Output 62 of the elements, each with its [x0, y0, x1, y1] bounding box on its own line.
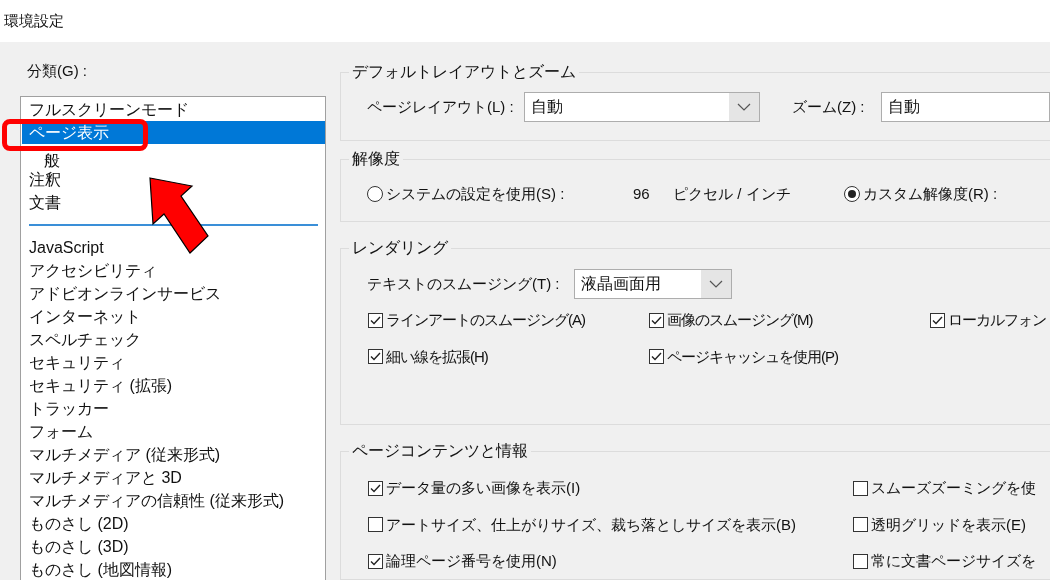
field-label: ページレイアウト(L) : — [367, 96, 515, 117]
category-item[interactable]: トラッカー — [22, 397, 325, 420]
radio-label: システムの設定を使用(S) : — [386, 184, 566, 204]
checkbox[interactable] — [930, 312, 945, 328]
dropdown[interactable]: 自動 — [881, 92, 1050, 122]
checkbox[interactable] — [853, 480, 868, 496]
checkbox[interactable] — [368, 517, 383, 533]
field-label: ズーム(Z) : — [791, 96, 866, 117]
dropdown[interactable]: 液晶画面用 — [574, 269, 732, 299]
checkbox-label: 細い線を拡張(H) — [386, 346, 488, 367]
resolution-value: 96 — [633, 184, 651, 204]
group-title: レンダリング — [349, 237, 451, 259]
radio-button[interactable] — [844, 186, 860, 203]
category-label: 分類(G) : — [26, 61, 88, 81]
category-item[interactable]: ページ表示 — [22, 121, 325, 144]
checkbox-label: データ量の多い画像を表示(I) — [386, 478, 581, 498]
checkbox-label: 常に文書ページサイズを — [871, 551, 1036, 571]
chevron-down-icon — [709, 280, 723, 288]
category-item[interactable]: アクセシビリティ — [22, 259, 325, 282]
arrow-icon — [148, 176, 210, 256]
checkbox-label: スムーズズーミングを使 — [871, 478, 1036, 498]
category-item[interactable]: ものさし (3D) — [22, 535, 325, 558]
category-item[interactable]: JavaScript — [22, 236, 325, 259]
category-item[interactable]: マルチメディアと 3D — [22, 466, 325, 489]
category-item[interactable]: セキュリティ — [22, 351, 325, 374]
checkbox-label: 画像のスムージング(M) — [667, 310, 813, 330]
checkbox-label: アートサイズ、仕上がりサイズ、裁ち落としサイズを表示(B) — [386, 514, 796, 535]
category-item[interactable]: 文書 — [22, 191, 325, 214]
category-item[interactable]: セキュリティ (拡張) — [22, 374, 325, 397]
category-item[interactable]: マルチメディア (従来形式) — [22, 443, 325, 466]
category-item[interactable]: ものさし (地図情報) — [22, 558, 325, 580]
resolution-unit: ピクセル / インチ — [673, 184, 792, 204]
category-item[interactable]: フォーム — [22, 420, 325, 443]
checkbox-label: ラインアートのスムージング(A) — [386, 310, 585, 330]
field-label: テキストのスムージング(T) : — [367, 273, 561, 294]
checkbox[interactable] — [368, 480, 383, 496]
checkbox[interactable] — [853, 553, 868, 569]
checkbox[interactable] — [649, 312, 664, 328]
checkbox-label: 透明グリッドを表示(E) — [871, 514, 1026, 535]
group-title: 解像度 — [349, 148, 403, 170]
category-item[interactable]: スペルチェック — [22, 328, 325, 351]
checkbox[interactable] — [853, 517, 868, 533]
category-item[interactable]: 注釈 — [22, 168, 325, 191]
checkbox-label: ローカルフォン — [948, 310, 1046, 330]
group-title: ページコンテンツと情報 — [349, 440, 531, 462]
dropdown[interactable]: 自動 — [523, 92, 760, 122]
checkbox-label: 論理ページ番号を使用(N) — [386, 551, 557, 571]
checkbox[interactable] — [368, 553, 383, 569]
category-item[interactable]: 般 — [22, 144, 325, 168]
category-item[interactable]: フルスクリーンモード — [22, 98, 325, 121]
category-item[interactable]: アドビオンラインサービス — [22, 282, 325, 305]
category-item[interactable]: インターネット — [22, 305, 325, 328]
checkbox[interactable] — [649, 349, 664, 365]
radio-label: カスタム解像度(R) : — [863, 184, 998, 204]
radio-button[interactable] — [367, 186, 383, 203]
checkbox[interactable] — [368, 312, 383, 328]
checkbox-label: ページキャッシュを使用(P) — [667, 346, 838, 367]
window-title: 環境設定 — [4, 10, 64, 31]
checkbox[interactable] — [368, 349, 383, 365]
category-item[interactable]: ものさし (2D) — [22, 512, 325, 535]
chevron-down-icon — [736, 103, 751, 111]
category-item[interactable]: マルチメディアの信頼性 (従来形式) — [22, 489, 325, 512]
